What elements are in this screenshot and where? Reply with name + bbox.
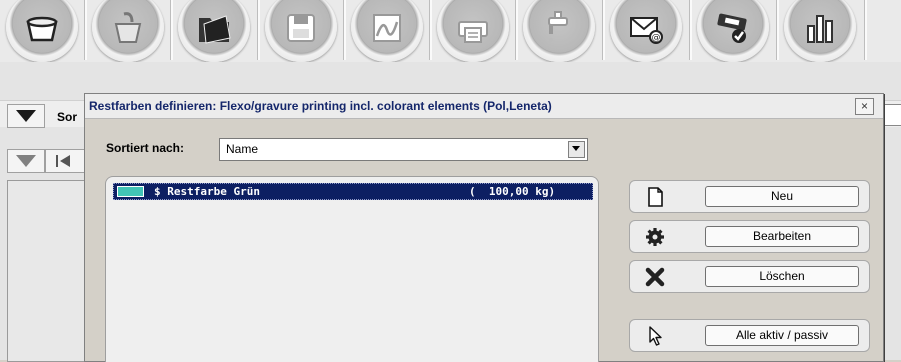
expand-button[interactable] (7, 104, 45, 128)
save-button[interactable] (265, 0, 337, 62)
new-button[interactable]: Neu (705, 186, 859, 207)
bar-chart-icon (807, 15, 833, 43)
paint-cup-button[interactable] (92, 0, 164, 62)
new-document-icon (648, 187, 663, 207)
background-list (7, 180, 94, 362)
toggle-action-group: Alle aktiv / passiv (629, 319, 870, 352)
svg-text:@: @ (652, 33, 661, 43)
new-action-group: Neu (629, 180, 870, 213)
printer-icon (458, 21, 488, 43)
residual-color-list[interactable]: $ Restfarbe Grün ( 100,00 kg) (105, 176, 599, 362)
edit-button[interactable]: Bearbeiten (705, 226, 859, 247)
sort-by-select[interactable]: Name (219, 138, 588, 161)
sort-by-label: Sortiert nach: (106, 141, 185, 155)
email-icon: @ (630, 17, 663, 44)
open-folder-button[interactable] (178, 0, 250, 62)
curve-chart-icon (373, 14, 401, 42)
collapse-button[interactable] (7, 149, 45, 173)
item-quantity: ( 100,00 kg) (469, 185, 556, 198)
skip-to-start-icon (56, 155, 70, 167)
paint-cup-icon (114, 12, 142, 43)
scanner-button[interactable] (697, 0, 769, 62)
floppy-disk-icon (287, 14, 315, 42)
dialog-title: Restfarben definieren: Flexo/gravure pri… (89, 99, 552, 113)
edit-action-group: Bearbeiten (629, 220, 870, 253)
define-residual-colors-dialog: Restfarben definieren: Flexo/gravure pri… (84, 93, 884, 362)
sort-by-value: Name (226, 142, 259, 156)
chevron-down-icon (572, 146, 580, 151)
scanner-check-icon (717, 13, 747, 43)
dropdown-button[interactable] (568, 141, 585, 158)
statistics-button[interactable] (784, 0, 856, 62)
list-item[interactable]: $ Restfarbe Grün ( 100,00 kg) (113, 183, 593, 200)
item-name: $ Restfarbe Grün (154, 185, 260, 198)
faucet-icon (548, 11, 568, 42)
delete-action-group: Löschen (629, 260, 870, 293)
color-swatch (117, 186, 144, 197)
gear-icon (646, 228, 664, 246)
dialog-titlebar[interactable]: Restfarben definieren: Flexo/gravure pri… (85, 94, 883, 119)
faucet-button[interactable] (523, 0, 595, 62)
main-toolbar: @ (0, 0, 901, 63)
triangle-down-icon (16, 155, 36, 167)
delete-x-icon (645, 267, 665, 287)
delete-button[interactable]: Löschen (705, 266, 859, 287)
close-button[interactable]: × (855, 98, 874, 115)
toggle-all-active-button[interactable]: Alle aktiv / passiv (705, 325, 859, 346)
print-button[interactable] (437, 0, 509, 62)
bowl-icon (26, 16, 58, 42)
first-record-button[interactable] (45, 149, 85, 173)
folder-open-icon (199, 15, 231, 44)
curve-button[interactable] (351, 0, 423, 62)
bowl-button[interactable] (6, 0, 78, 62)
triangle-down-icon (16, 110, 36, 122)
email-button[interactable]: @ (610, 0, 682, 62)
cursor-arrow-icon (649, 326, 662, 346)
background-sort-label: Sor (57, 110, 78, 124)
